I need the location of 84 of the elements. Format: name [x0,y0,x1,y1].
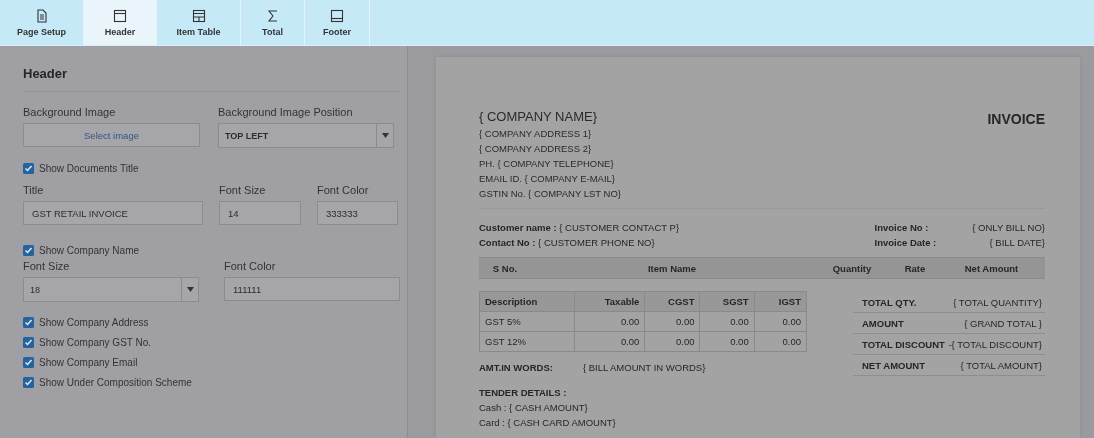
checkbox[interactable] [23,356,34,368]
total-value: { TOTAL QUANTITY} [953,296,1042,308]
checkbox-label: Show Documents Title [39,162,139,174]
panel-title: Header [23,66,399,92]
company-detail: { COMPANY ADDRESS 1} [479,127,593,141]
column-header: Item Name [646,262,698,274]
checkbox[interactable] [23,376,34,388]
font-size-input[interactable]: 14 [219,201,301,225]
column-header: Description [479,291,575,312]
checkbox-label: Show Under Composition Scheme [39,376,192,388]
document-icon [34,8,49,23]
field-label: Background Image [23,106,117,118]
checkbox[interactable] [23,336,34,348]
toolbar-tab[interactable]: Footer [305,0,370,45]
invoice-value: { ONLY BILL NO} [972,221,1045,235]
customer-detail: Customer name : { CUSTOMER CONTACT P} [479,221,680,235]
total-value: { GRAND TOTAL } [964,317,1042,329]
company-name: { COMPANY NAME} [479,109,598,124]
font-size-dropdown[interactable]: 18 [23,277,199,302]
header-layout-icon [113,8,127,23]
checkbox[interactable] [23,316,34,328]
toolbar-tab[interactable]: Item Table [157,0,241,45]
field-label: Font Size [219,184,267,196]
checkbox[interactable] [23,244,34,256]
table-cell: 0.00 [754,311,807,332]
column-header: Rate [903,262,927,274]
table-cell: 0.00 [644,331,700,352]
footer-layout-icon [330,8,344,23]
checkbox[interactable] [23,162,34,174]
column-header: Net Amount [963,262,1020,274]
checkbox-label: Show Company Email [39,356,138,368]
dropdown-arrow-icon [186,287,194,292]
font-color-input[interactable]: 111111 [224,277,400,301]
table-cell: 0.00 [574,311,645,332]
company-detail: PH. { COMPANY TELEPHONE} [479,157,615,171]
column-header: SGST [699,291,755,312]
amount-words-value: { BILL AMOUNT IN WORDS} [582,362,706,373]
title-input[interactable]: GST RETAIL INVOICE [23,201,203,225]
total-label: AMOUNT [862,317,904,329]
field-label: Font Color [317,184,370,196]
toolbar-tab[interactable]: Total [241,0,305,45]
checkbox-label: Show Company GST No. [39,336,152,348]
total-label: TOTAL DISCOUNT [862,338,945,350]
table-cell: 0.00 [754,331,807,352]
font-color-input[interactable]: 333333 [317,201,398,225]
invoice-value: { BILL DATE} [988,236,1045,250]
tender-line: Card : { CASH CARD AMOUNT} [479,416,617,430]
field-label: Font Size [23,260,71,272]
total-value: { TOTAL AMOUNT} [960,359,1042,371]
checkbox-label: Show Company Name [39,244,140,256]
invoice-label: Invoice Date : [874,236,937,250]
customer-detail: Contact No : { CUSTOMER PHONE NO} [479,236,656,250]
total-label: NET AMOUNT [862,359,925,371]
total-label: TOTAL QTY. [862,296,917,308]
table-cell: GST 5% [479,311,575,332]
invoice-label: Invoice No : [874,221,930,235]
total-value: -{ TOTAL DISCOUNT} [948,338,1042,350]
amount-words-label: AMT.IN WORDS: [479,362,553,373]
dropdown-arrow-icon [381,133,389,138]
company-detail: GSTIN No. { COMPANY LST NO} [479,187,621,201]
table-cell: 0.00 [644,311,700,332]
checkbox-label: Show Company Address [39,316,149,328]
table-layout-icon [191,8,206,23]
invoice-title: INVOICE [987,111,1045,129]
company-detail: { COMPANY ADDRESS 2} [479,142,593,156]
table-cell: 0.00 [699,311,755,332]
tender-title: TENDER DETAILS : [479,386,568,400]
position-dropdown[interactable]: TOP LEFT [218,123,394,148]
toolbar-tab[interactable]: Header [84,0,157,45]
company-detail: EMAIL ID. { COMPANY E-MAIL} [479,172,617,186]
tender-line: Cash : { CASH AMOUNT} [479,401,589,415]
column-header: S No. [491,262,519,274]
table-cell: GST 12% [479,331,575,352]
field-label: Background Image Position [218,106,354,118]
column-header: Taxable [574,291,645,312]
column-header: CGST [644,291,700,312]
table-cell: 0.00 [699,331,755,352]
column-header: IGST [754,291,807,312]
column-header: Quantity [831,262,873,274]
field-label: Font Color [224,260,277,272]
table-cell: 0.00 [574,331,645,352]
sigma-icon [265,8,280,23]
select-image-button[interactable]: Select image [23,123,200,147]
field-label: Title [23,184,45,196]
